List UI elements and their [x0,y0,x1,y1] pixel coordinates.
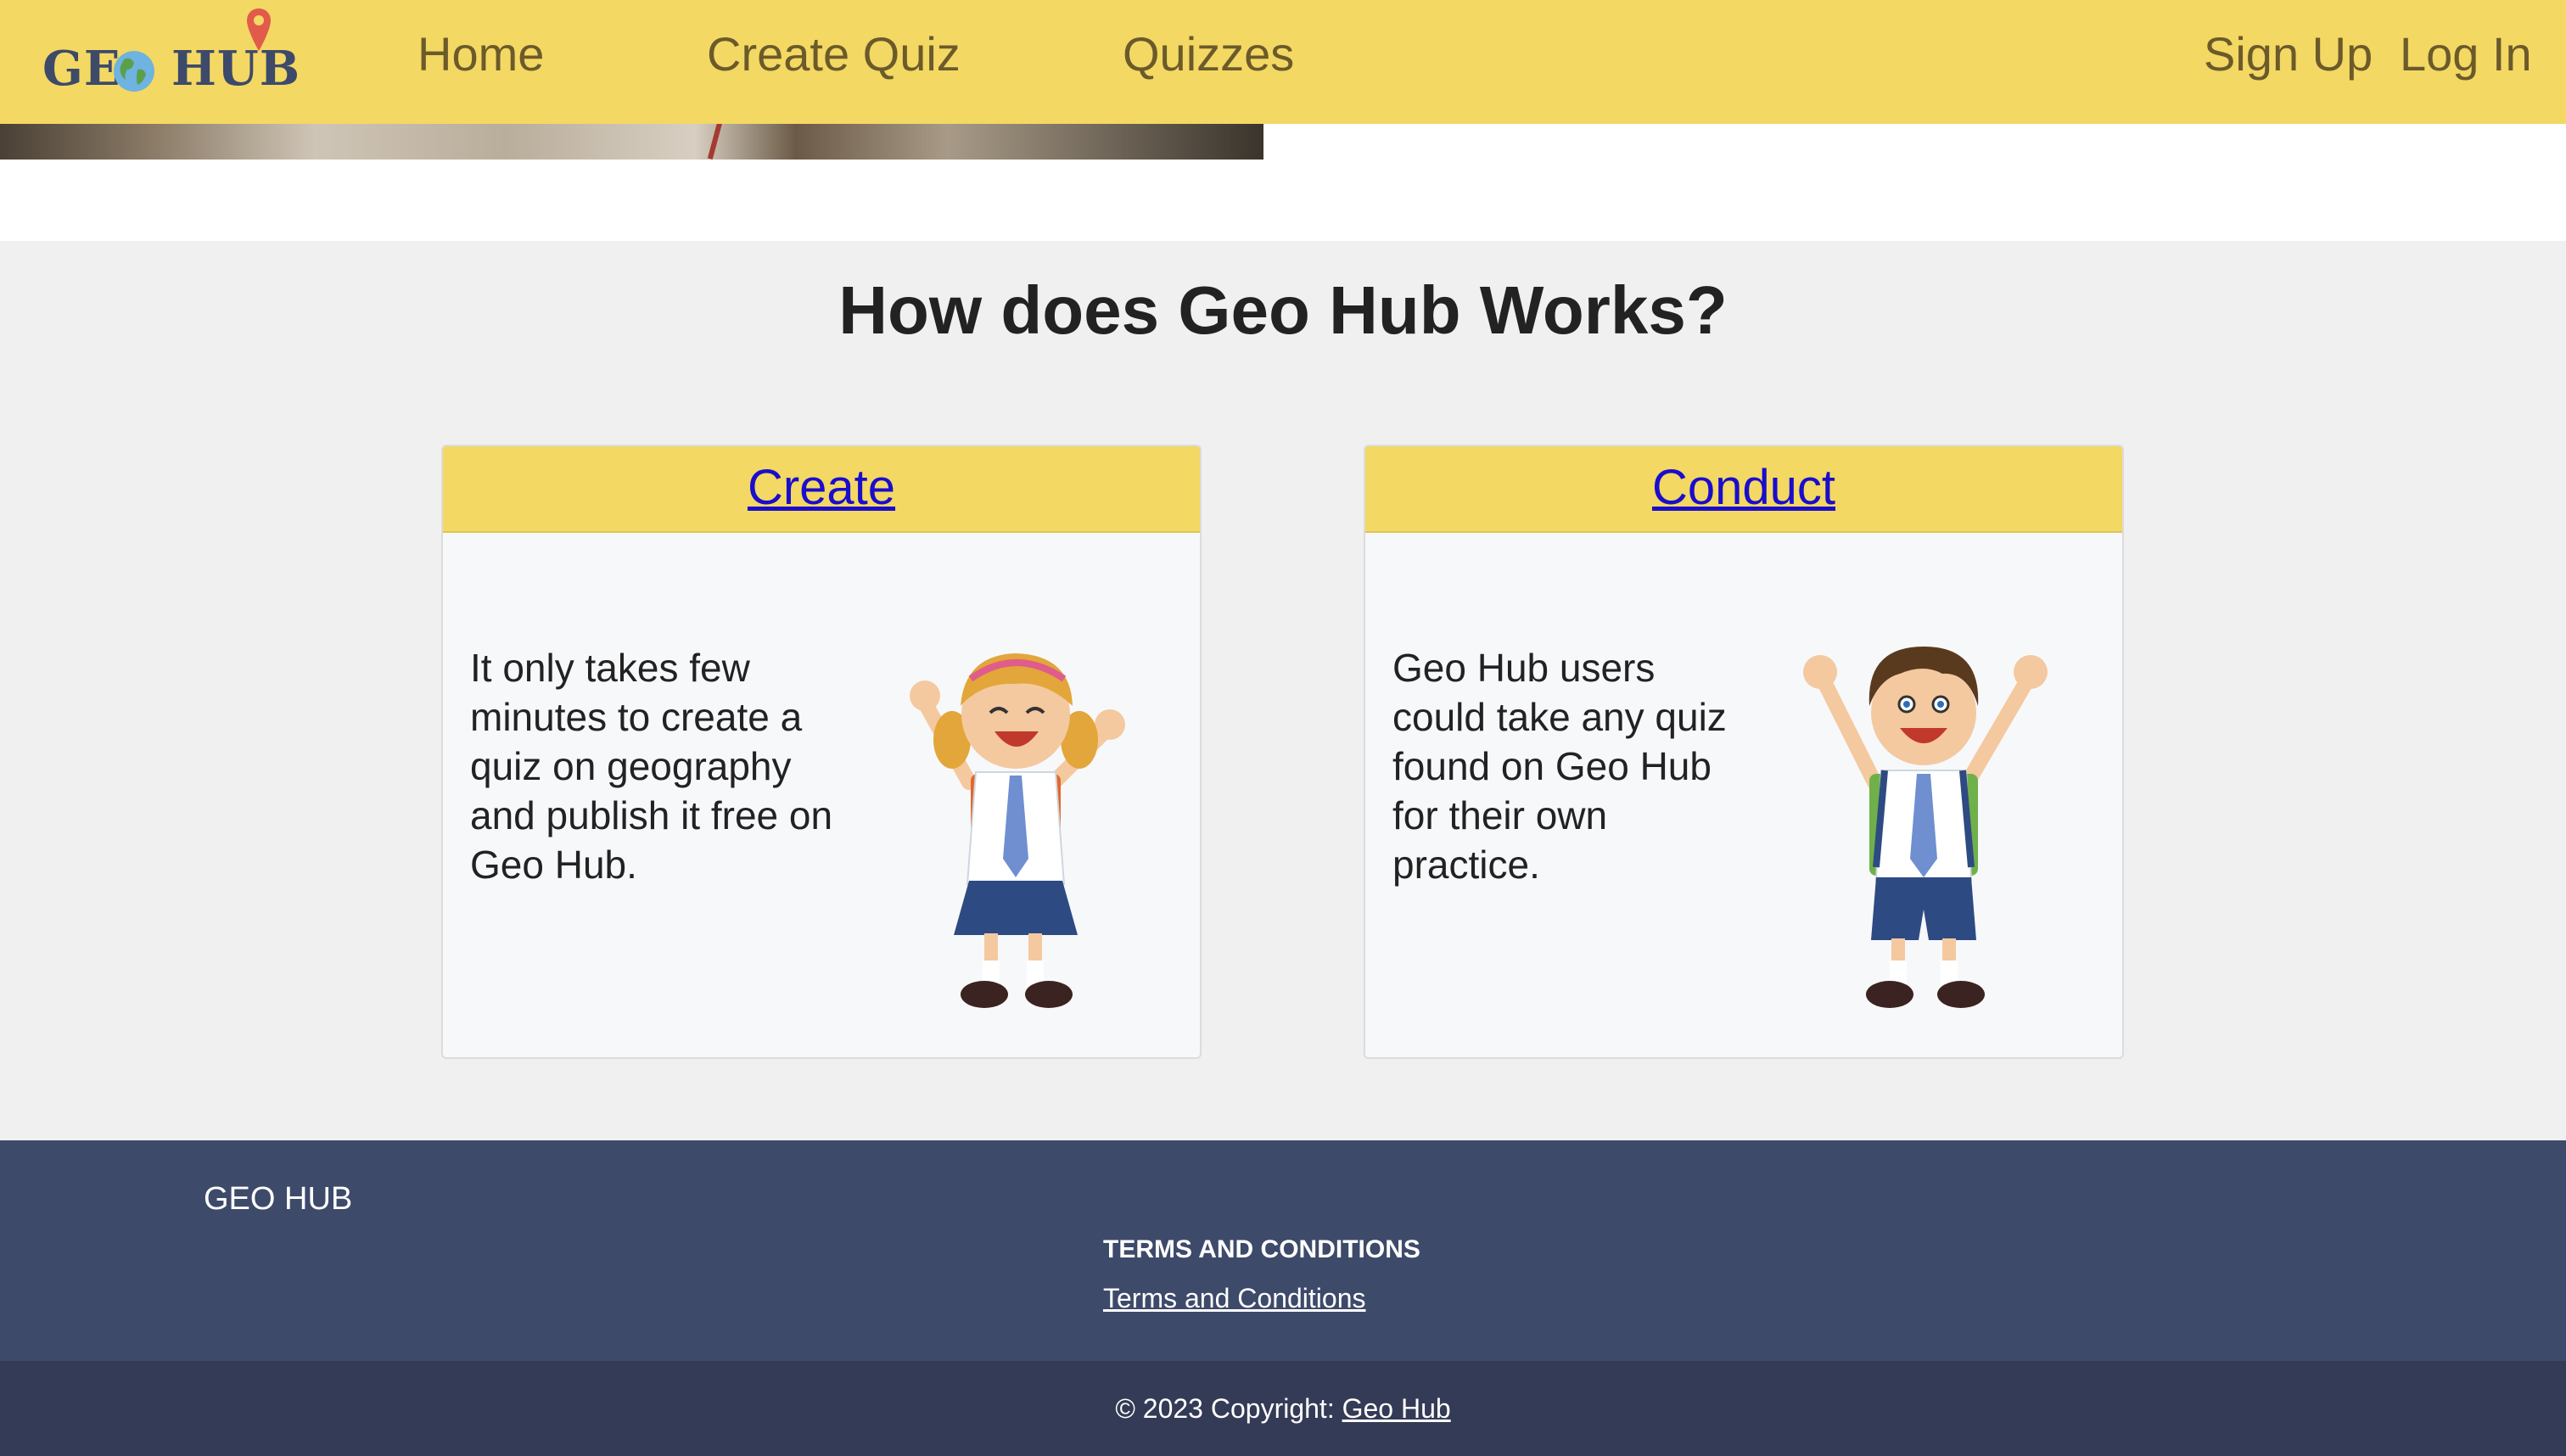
card-text: It only takes few minutes to create a qu… [470,646,833,887]
map-pin-icon [247,8,271,51]
copyright-text: © 2023 Copyright: [1115,1393,1342,1424]
section-title: How does Geo Hub Works? [838,272,1728,348]
navbar: GE HUB Home Create Quiz Quizzes Sign Up … [0,0,2566,124]
nav-home[interactable]: Home [417,24,544,85]
copyright-bar: © 2023 Copyright: Geo Hub [0,1361,2566,1456]
nav-log-in[interactable]: Log In [2400,24,2532,85]
card-conduct: Conduct Geo Hub users could take any qui… [1364,445,2124,1059]
boy-student-cheering-icon [1803,647,2048,1008]
terms-link[interactable]: Terms and Conditions [1103,1283,1365,1314]
copyright-link[interactable]: Geo Hub [1342,1393,1451,1424]
footer: GEO HUB TERMS AND CONDITIONS Terms and C… [0,1140,2566,1361]
card-header: Conduct [1365,446,2122,533]
nav-create-quiz[interactable]: Create Quiz [707,24,961,85]
nav-sign-up[interactable]: Sign Up [2204,24,2373,85]
conduct-link[interactable]: Conduct [1652,458,1835,518]
nav-quizzes[interactable]: Quizzes [1123,24,1294,85]
hero-image-detail [707,119,724,160]
logo-text-hub: HUB [171,41,301,97]
create-link[interactable]: Create [748,458,895,518]
logo-text-geo: GE [42,41,121,97]
how-it-works-section: How does Geo Hub Works? Create It only t… [0,241,2566,1140]
card-header: Create [443,446,1200,533]
globe-icon [114,51,154,92]
card-create: Create It only takes few minutes to crea… [441,445,1202,1059]
logo[interactable]: GE HUB [42,7,300,117]
card-text: Geo Hub users could take any quiz found … [1392,646,1727,887]
footer-brand: GEO HUB [204,1181,353,1217]
girl-student-cheering-icon [910,653,1125,1008]
footer-terms-heading: TERMS AND CONDITIONS [1103,1235,1420,1263]
